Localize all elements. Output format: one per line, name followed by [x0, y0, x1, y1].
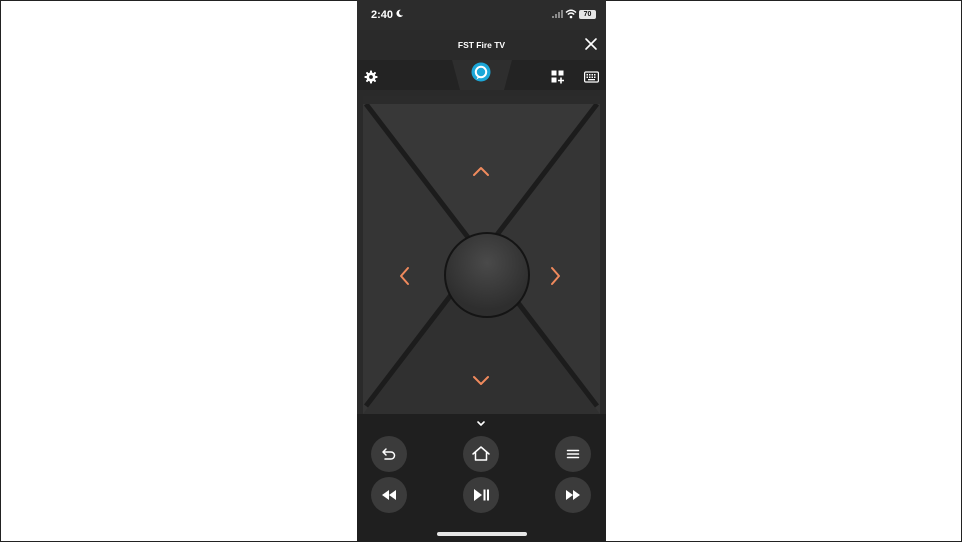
battery-icon: 70 [579, 10, 596, 19]
keyboard-icon[interactable] [584, 71, 599, 83]
collapse-chevron-icon[interactable] [473, 417, 489, 431]
alexa-icon[interactable] [471, 62, 491, 82]
back-icon [382, 448, 396, 460]
device-title: FST Fire TV [457, 40, 506, 50]
chevron-right-icon[interactable] [543, 264, 567, 288]
fire-tv-remote-app: 2:40 70 FST Fire TV [357, 0, 606, 542]
close-icon[interactable] [583, 36, 599, 52]
status-time: 2:40 [371, 9, 394, 21]
home-button[interactable] [463, 436, 499, 472]
moon-icon [396, 9, 404, 18]
apps-icon[interactable] [551, 70, 565, 84]
home-indicator[interactable] [437, 532, 527, 536]
play-pause-icon [474, 489, 489, 501]
fast-forward-icon [566, 490, 580, 500]
home-icon [472, 446, 490, 461]
header: FST Fire TV [357, 30, 606, 60]
select-button[interactable] [444, 232, 530, 318]
rewind-icon [382, 490, 396, 500]
status-bar: 2:40 70 [357, 0, 606, 30]
wifi-icon [565, 9, 577, 19]
chevron-left-icon[interactable] [393, 264, 417, 288]
play-pause-button[interactable] [463, 477, 499, 513]
cellular-signal-icon [552, 10, 563, 18]
chevron-down-icon[interactable] [469, 368, 493, 392]
back-button[interactable] [371, 436, 407, 472]
gear-icon[interactable] [364, 70, 378, 84]
fast-forward-button[interactable] [555, 477, 591, 513]
chevron-up-icon[interactable] [469, 160, 493, 184]
menu-button[interactable] [555, 436, 591, 472]
rewind-button[interactable] [371, 477, 407, 513]
menu-icon [566, 449, 580, 459]
dpad [363, 96, 600, 414]
